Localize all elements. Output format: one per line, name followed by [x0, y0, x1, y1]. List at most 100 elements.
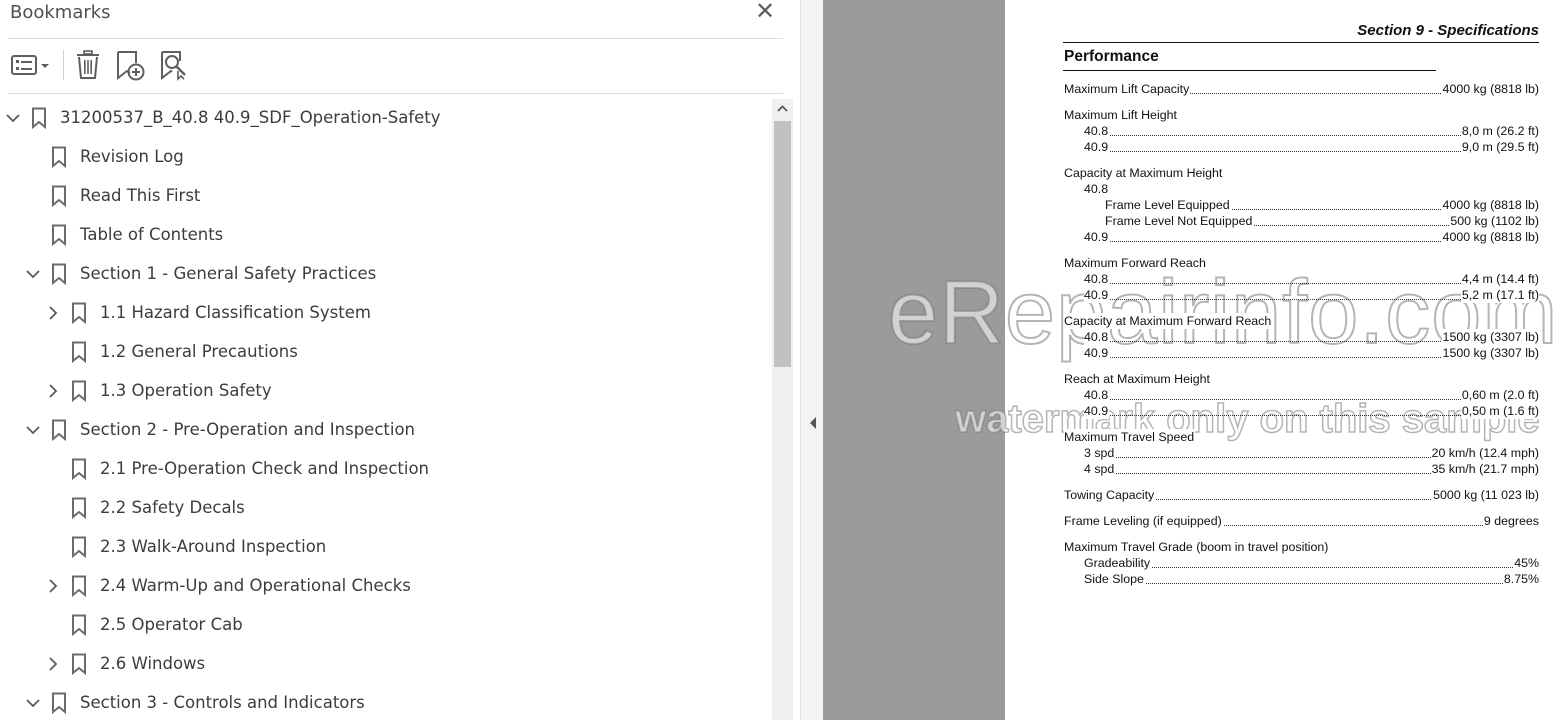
bookmark-label[interactable]: Section 3 - Controls and Indicators [80, 691, 365, 715]
new-bookmark-button[interactable] [114, 49, 148, 81]
spec-label: Maximum Travel Speed [1064, 429, 1196, 445]
toolbar-divider [8, 93, 783, 94]
spec-label: 40.8 [1084, 387, 1110, 403]
spec-row: Towing Capacity 5000 kg (11 023 lb) [1064, 487, 1539, 503]
spec-value: 500 kg (1102 lb) [1449, 213, 1539, 229]
bookmark-row[interactable]: 1.1 Hazard Classification System [0, 294, 772, 333]
bookmark-label[interactable]: 1.1 Hazard Classification System [100, 301, 371, 325]
spec-label: Frame Level Not Equipped [1105, 213, 1254, 229]
bookmark-row[interactable]: 31200537_B_40.8 40.9_SDF_Operation-Safet… [0, 99, 772, 138]
bookmark-row[interactable]: 2.1 Pre-Operation Check and Inspection [0, 450, 772, 489]
spec-row: 40.8 8,0 m (26.2 ft) [1084, 123, 1539, 139]
bookmark-row[interactable]: 2.6 Windows [0, 645, 772, 684]
spec-row: Maximum Lift Capacity 4000 kg (8818 lb) [1064, 81, 1539, 97]
bookmark-label[interactable]: 1.2 General Precautions [100, 340, 298, 364]
bookmark-label[interactable]: 31200537_B_40.8 40.9_SDF_Operation-Safet… [60, 106, 441, 130]
delete-bookmark-button[interactable] [74, 49, 102, 81]
toolbar-separator [63, 50, 64, 80]
bookmark-label[interactable]: Read This First [80, 184, 200, 208]
spec-label: Maximum Lift Height [1064, 107, 1178, 123]
bookmark-icon [71, 497, 87, 520]
bookmark-icon [71, 458, 87, 481]
bookmark-scrollbar[interactable] [772, 99, 793, 720]
spec-row: 4 spd 35 km/h (21.7 mph) [1084, 461, 1539, 477]
spec-row: 40.8 0,60 m (2.0 ft) [1084, 387, 1539, 403]
find-current-bookmark-icon [161, 51, 186, 81]
bookmark-icon [71, 380, 87, 403]
bookmark-options-icon [11, 55, 49, 75]
chevron-right-icon[interactable] [45, 655, 61, 673]
spec-value: 5,2 m (17.1 ft) [1460, 287, 1539, 303]
bookmark-row[interactable]: Section 1 - General Safety Practices [0, 255, 772, 294]
spec-label: 40.9 [1084, 229, 1110, 245]
header-rule [1063, 42, 1539, 43]
spec-row: Capacity at Maximum Height [1064, 165, 1539, 181]
bookmark-row[interactable]: Revision Log [0, 138, 772, 177]
bookmark-options-button[interactable] [10, 49, 54, 81]
spec-value: 8,0 m (26.2 ft) [1460, 123, 1539, 139]
bookmark-label[interactable]: 1.3 Operation Safety [100, 379, 272, 403]
spec-row: Reach at Maximum Height [1064, 371, 1539, 387]
spec-label: Maximum Travel Grade (boom in travel pos… [1064, 539, 1330, 555]
bookmark-row[interactable]: Section 3 - Controls and Indicators [0, 684, 772, 720]
page-section-header: Section 9 - Specifications [1357, 22, 1539, 39]
chevron-right-icon[interactable] [45, 577, 61, 595]
spec-value: 1500 kg (3307 lb) [1441, 345, 1539, 361]
spec-value: 4000 kg (8818 lb) [1441, 229, 1539, 245]
bookmark-label[interactable]: 2.1 Pre-Operation Check and Inspection [100, 457, 429, 481]
bookmark-label[interactable]: Revision Log [80, 145, 184, 169]
bookmark-label[interactable]: Table of Contents [80, 223, 223, 247]
bookmark-row[interactable]: 2.2 Safety Decals [0, 489, 772, 528]
spec-row: 3 spd 20 km/h (12.4 mph) [1084, 445, 1539, 461]
bookmark-label[interactable]: Section 1 - General Safety Practices [80, 262, 376, 286]
document-page: Section 9 - Specifications Performance M… [1005, 0, 1558, 720]
spec-row: 40.9 5,2 m (17.1 ft) [1084, 287, 1539, 303]
spec-row: 40.8 4,4 m (14.4 ft) [1084, 271, 1539, 287]
spec-value: 4000 kg (8818 lb) [1441, 197, 1539, 213]
bookmark-row[interactable]: 2.4 Warm-Up and Operational Checks [0, 567, 772, 606]
bookmark-label[interactable]: 2.3 Walk-Around Inspection [100, 535, 326, 559]
spec-label: 40.8 [1084, 123, 1110, 139]
bookmark-icon [31, 107, 47, 130]
spec-label: 4 spd [1084, 461, 1116, 477]
find-current-bookmark-button[interactable] [158, 49, 190, 81]
spec-label: 40.8 [1084, 181, 1110, 197]
chevron-down-icon[interactable] [25, 694, 41, 712]
scroll-thumb[interactable] [774, 121, 791, 367]
bookmark-tree: 31200537_B_40.8 40.9_SDF_Operation-Safet… [0, 99, 772, 720]
spec-label: 40.8 [1084, 329, 1110, 345]
chevron-right-icon[interactable] [45, 382, 61, 400]
spec-row: 40.9 0,50 m (1.6 ft) [1084, 403, 1539, 419]
chevron-down-icon[interactable] [5, 109, 21, 127]
spec-label: Reach at Maximum Height [1064, 371, 1211, 387]
bookmark-label[interactable]: 2.5 Operator Cab [100, 613, 243, 637]
bookmark-label[interactable]: 2.2 Safety Decals [100, 496, 245, 520]
bookmark-row[interactable]: 2.3 Walk-Around Inspection [0, 528, 772, 567]
spec-row: 40.8 [1084, 181, 1539, 197]
chevron-down-icon[interactable] [25, 421, 41, 439]
triangle-left-icon [810, 417, 816, 429]
chevron-right-icon[interactable] [45, 304, 61, 322]
spec-row: Side Slope 8.75% [1084, 571, 1539, 587]
bookmark-row[interactable]: 1.3 Operation Safety [0, 372, 772, 411]
spec-label: Frame Leveling (if equipped) [1064, 513, 1223, 529]
close-panel-button[interactable]: ✕ [753, 0, 777, 24]
scroll-up-button[interactable] [772, 99, 793, 119]
spec-value: 0,60 m (2.0 ft) [1460, 387, 1539, 403]
bookmark-label[interactable]: 2.6 Windows [100, 652, 205, 676]
panel-splitter[interactable] [800, 0, 824, 720]
heading-rule [1063, 70, 1436, 71]
bookmark-row[interactable]: Read This First [0, 177, 772, 216]
bookmark-label[interactable]: 2.4 Warm-Up and Operational Checks [100, 574, 411, 598]
spec-label: Capacity at Maximum Forward Reach [1064, 313, 1273, 329]
bookmark-row[interactable]: Table of Contents [0, 216, 772, 255]
spec-value: 45% [1513, 555, 1539, 571]
spec-value: 8.75% [1502, 571, 1539, 587]
bookmark-row[interactable]: 1.2 General Precautions [0, 333, 772, 372]
chevron-down-icon[interactable] [25, 265, 41, 283]
new-bookmark-icon [117, 51, 145, 81]
collapse-panel-button[interactable] [808, 416, 818, 430]
bookmark-row[interactable]: Section 2 - Pre-Operation and Inspection [0, 411, 772, 450]
bookmark-label[interactable]: Section 2 - Pre-Operation and Inspection [80, 418, 415, 442]
bookmark-row[interactable]: 2.5 Operator Cab [0, 606, 772, 645]
